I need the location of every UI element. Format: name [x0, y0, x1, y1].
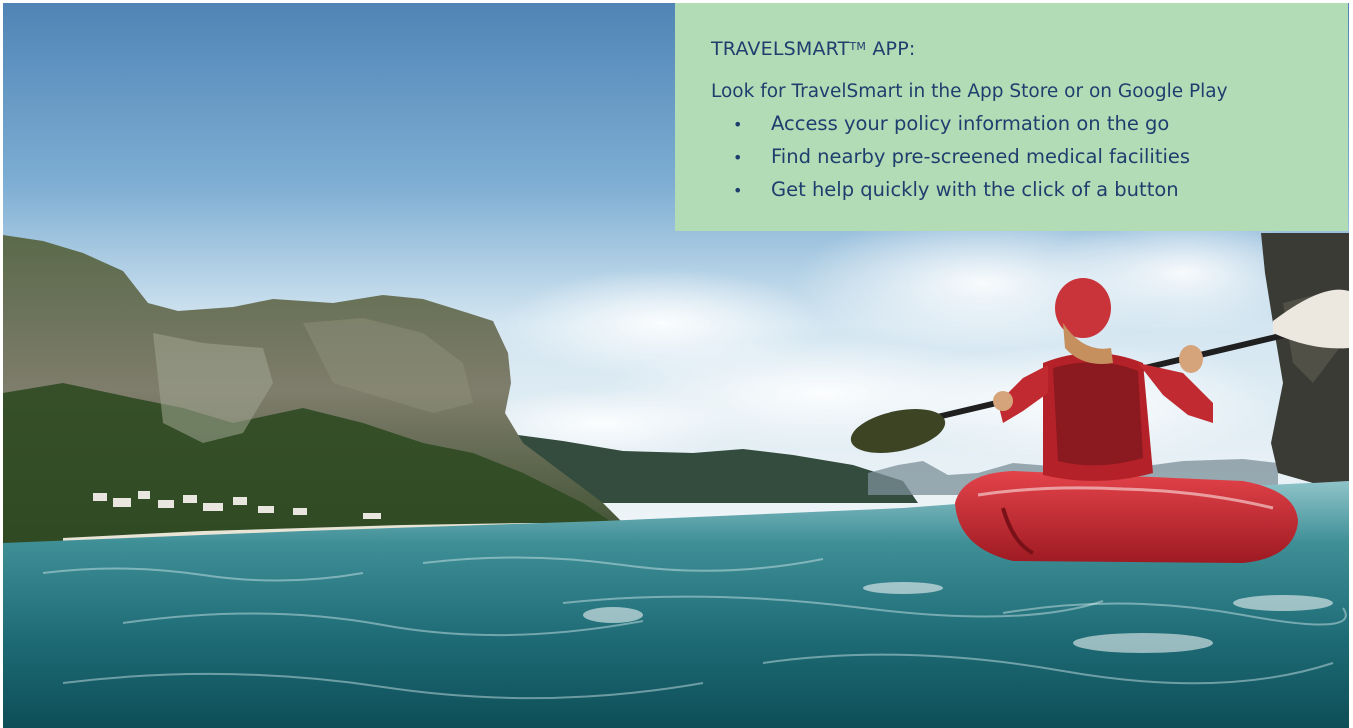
list-item: • Access your policy information on the …	[733, 108, 1328, 141]
feature-list: • Access your policy information on the …	[711, 108, 1328, 207]
travelsmart-info-panel: TRAVELSMARTTM APP: Look for TravelSmart …	[675, 3, 1348, 231]
feature-text: Access your policy information on the go	[771, 112, 1170, 135]
kayak	[955, 471, 1298, 563]
panel-subtitle: Look for TravelSmart in the App Store or…	[711, 81, 1228, 102]
feature-text: Get help quickly with the click of a but…	[771, 178, 1179, 201]
bullet-icon: •	[733, 181, 743, 200]
bullet-icon: •	[733, 148, 743, 167]
list-item: • Get help quickly with the click of a b…	[733, 174, 1328, 207]
panel-title-text: TRAVELSMART	[711, 38, 850, 60]
feature-text: Find nearby pre-screened medical facilit…	[771, 145, 1191, 168]
panel-title: TRAVELSMARTTM APP:	[711, 37, 1328, 61]
trademark-mark: TM	[849, 40, 867, 53]
bullet-icon: •	[733, 115, 743, 134]
list-item: • Find nearby pre-screened medical facil…	[733, 141, 1328, 174]
panel-title-suffix: APP:	[866, 38, 916, 60]
slide: TRAVELSMARTTM APP: Look for TravelSmart …	[0, 0, 1353, 728]
